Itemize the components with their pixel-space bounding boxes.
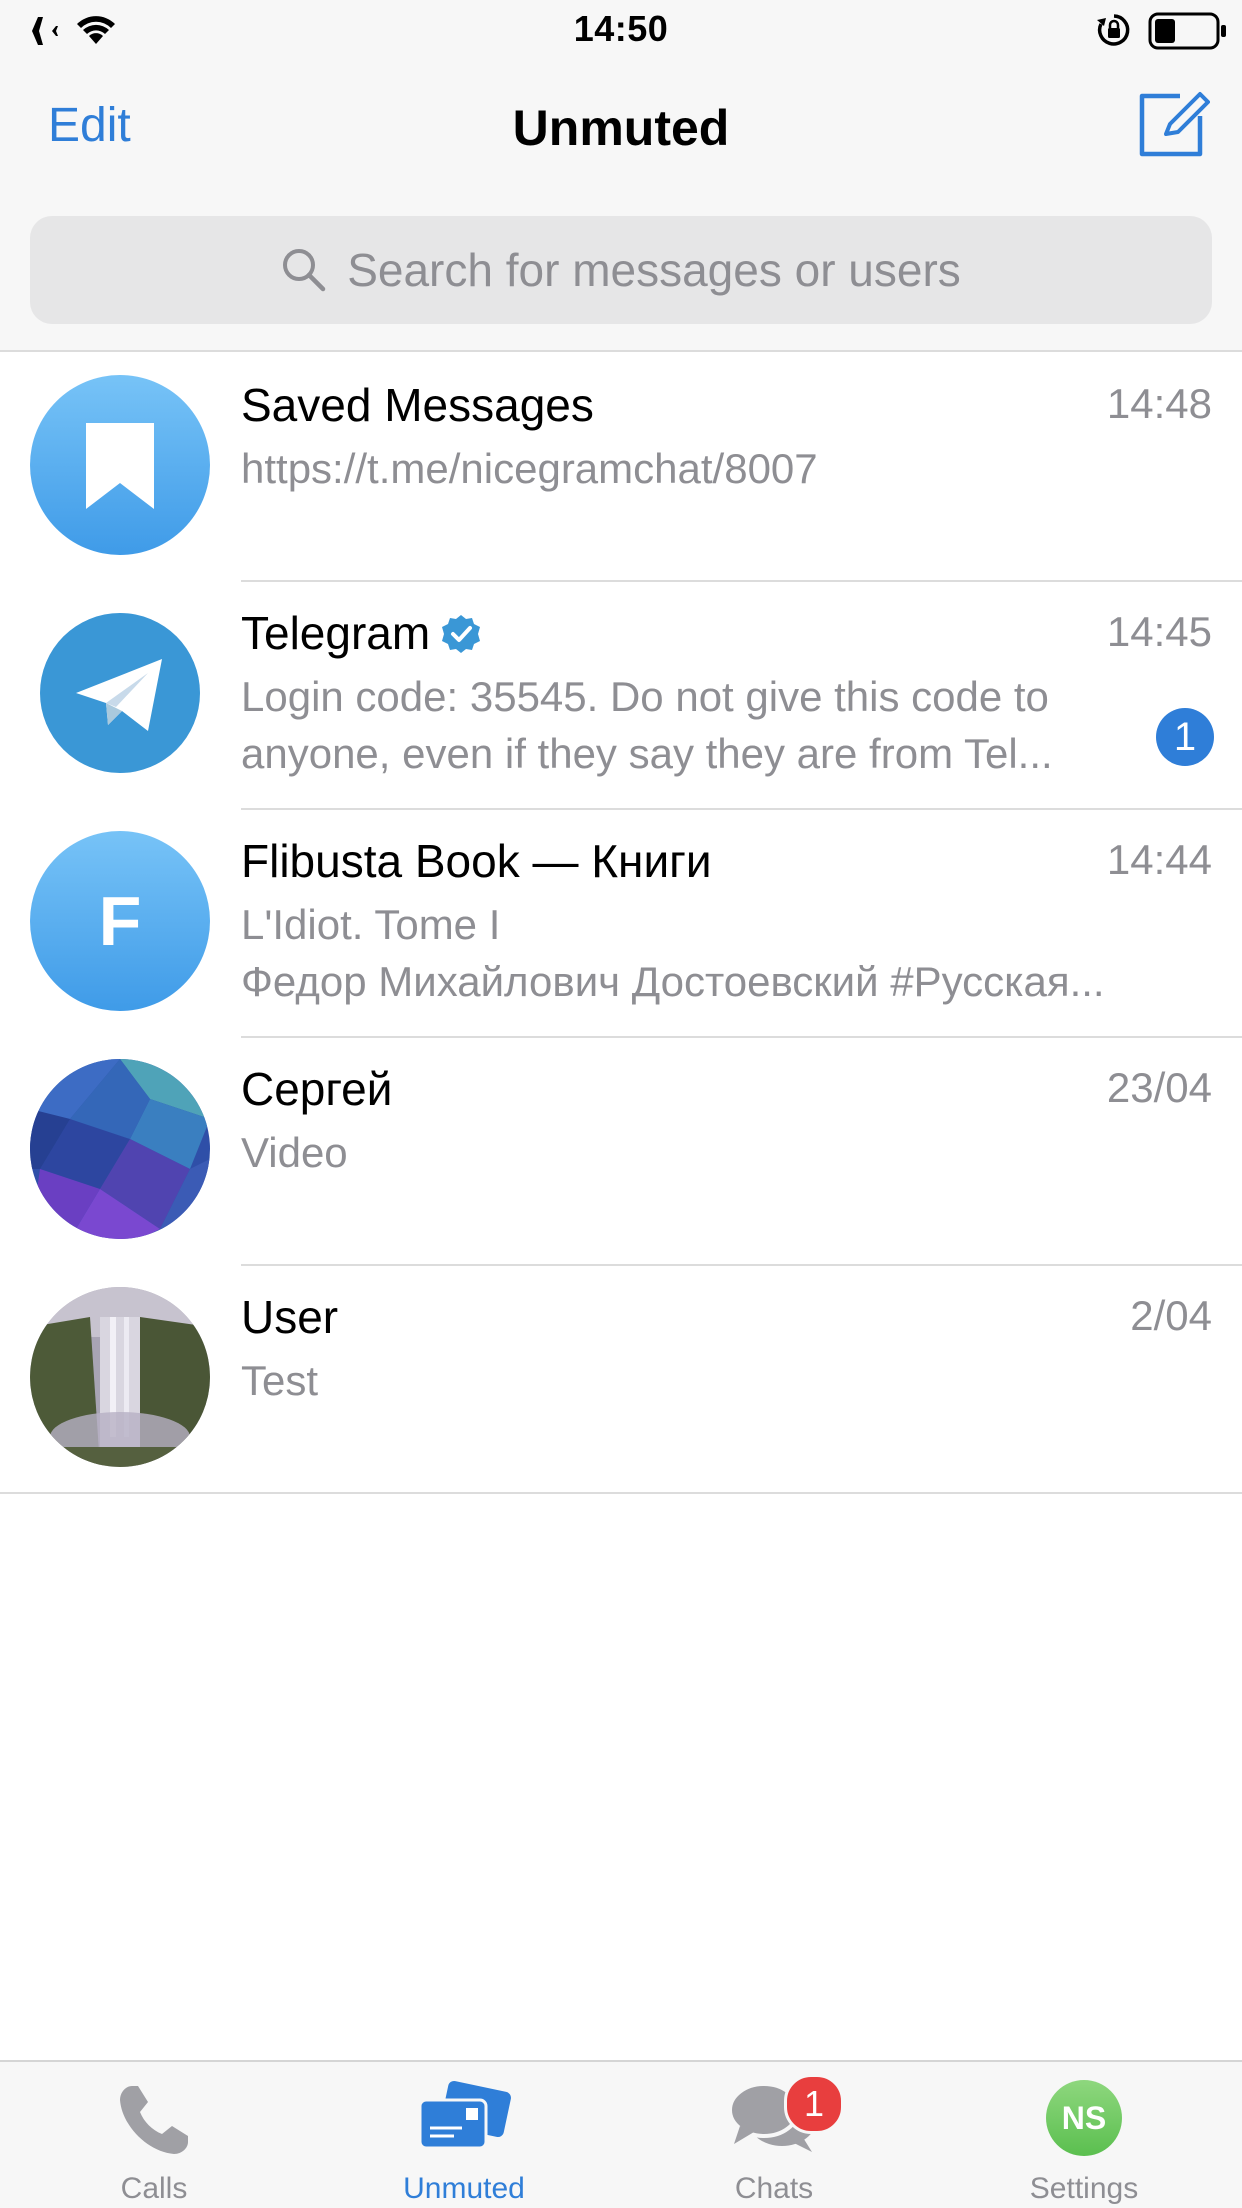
tab-unmuted[interactable]: Unmuted [364, 2062, 564, 2208]
chat-name: Saved Messages [241, 379, 594, 431]
tab-calls[interactable]: Calls [54, 2062, 254, 2208]
flibusta-avatar: F [30, 831, 210, 1011]
cards-icon [418, 2080, 511, 2150]
chat-row-user[interactable]: User 2/04 Test [0, 1266, 1242, 1494]
chat-list: Saved Messages 14:48 https://t.me/nicegr… [0, 354, 1242, 1494]
photo-avatar-waterfall [30, 1287, 210, 1467]
chat-time: 14:45 [1106, 608, 1212, 655]
chat-preview: Test [241, 1352, 1141, 1409]
chat-name-text: Telegram [241, 607, 431, 659]
chat-name: Сергей [241, 1063, 393, 1115]
row-divider [0, 1492, 1242, 1494]
status-time: 14:50 [573, 8, 669, 49]
tab-chats[interactable]: 1 Chats [674, 2062, 874, 2208]
rotation-lock-icon [1097, 14, 1130, 46]
chat-preview-line: Федор Михайлович Достоевский #Русская... [241, 958, 1105, 1005]
search-input[interactable]: Search for messages or users [30, 216, 1212, 324]
chat-name: Flibusta Book — Книги [241, 835, 712, 887]
tab-label: Calls [120, 2172, 188, 2205]
bookmark-icon [86, 423, 154, 509]
unread-badge: 1 [1156, 708, 1214, 766]
avatar-letter: F [98, 882, 142, 960]
chat-preview-line: https://t.me/nicegramchat/8007 [241, 445, 818, 492]
telegram-plane-icon [40, 613, 200, 773]
chat-preview: Login code: 35545. Do not give this code… [241, 668, 1141, 782]
photo-avatar-blue [30, 1059, 210, 1239]
avatar-initials: NS [1046, 2080, 1122, 2156]
search-icon [283, 249, 326, 292]
chat-preview-line: L'Idiot. Tome I [241, 901, 501, 948]
chat-row-saved-messages[interactable]: Saved Messages 14:48 https://t.me/nicegr… [0, 354, 1242, 582]
user-avatar [30, 1287, 210, 1467]
verified-badge-icon [442, 615, 481, 653]
tab-bar: Calls Unmuted 1 Chats NS Settings [0, 2060, 1242, 2208]
chat-preview: Video [241, 1124, 1141, 1181]
compose-icon[interactable] [1136, 86, 1210, 160]
search-placeholder: Search for messages or users [347, 244, 961, 296]
phone-icon [120, 2086, 188, 2154]
chat-name: User [241, 1291, 339, 1343]
chat-preview-line: Test [241, 1357, 319, 1404]
tab-settings[interactable]: NS Settings [984, 2062, 1184, 2208]
chat-time: 14:48 [1106, 380, 1212, 427]
chat-preview: L'Idiot. Tome I Федор Михайлович Достоев… [241, 896, 1211, 1010]
profile-avatar: NS [1046, 2080, 1122, 2156]
chat-time: 23/04 [1106, 1064, 1212, 1111]
tab-label: Settings [1029, 2172, 1139, 2205]
chat-preview-line: Login code: 35545. Do not give this code… [241, 673, 1049, 720]
chat-time: 14:44 [1106, 836, 1212, 883]
tab-label: Unmuted [403, 2172, 525, 2205]
chat-preview-line: Video [241, 1129, 348, 1176]
chat-name: Telegram [241, 606, 482, 660]
chat-preview: https://t.me/nicegramchat/8007 [241, 440, 1141, 497]
chat-row-telegram[interactable]: Telegram 14:45 Login code: 35545. Do not… [0, 582, 1242, 810]
saved-messages-avatar [30, 375, 210, 555]
chat-preview-line: anyone, even if they say they are from T… [241, 730, 1053, 777]
tab-unread-badge: 1 [784, 2074, 844, 2134]
tab-label: Chats [734, 2172, 814, 2205]
navigation-bar: Edit Unmuted Search for messages or user… [0, 62, 1242, 352]
battery-icon [1148, 12, 1226, 50]
chat-row-sergey[interactable]: Сергей 23/04 Video [0, 1038, 1242, 1266]
page-title: Unmuted [512, 100, 730, 156]
chat-time: 2/04 [1130, 1292, 1212, 1339]
telegram-avatar [30, 603, 210, 783]
chat-row-flibusta[interactable]: F Flibusta Book — Книги 14:44 L'Idiot. T… [0, 810, 1242, 1038]
sergey-avatar [30, 1059, 210, 1239]
status-bar: 14:50 [0, 0, 1242, 62]
